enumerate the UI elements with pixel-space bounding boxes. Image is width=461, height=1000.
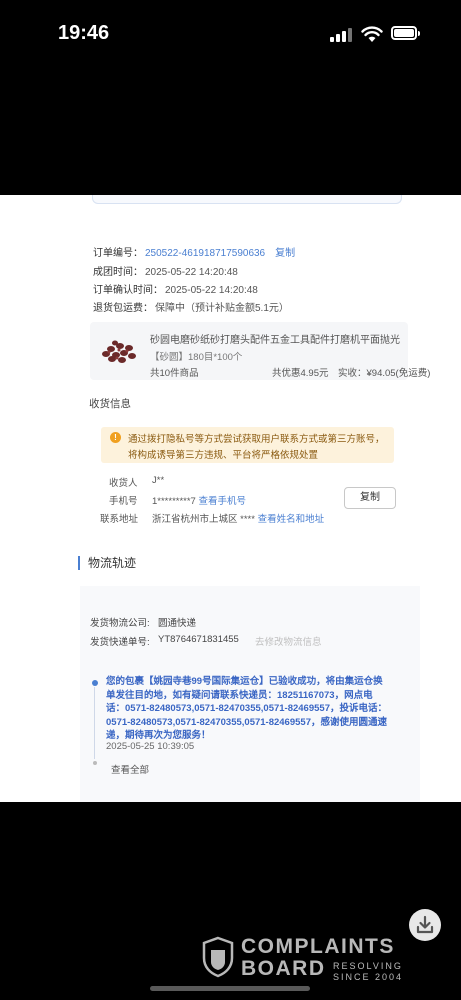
order-detail-page: 订单编号： 250522-461918717590636 复制 成团时间： 2025-…	[0, 195, 461, 802]
return-shipping-row: 退货包运费： 保障中（预计补贴金额5.1元）	[93, 299, 289, 314]
view-name-address-link[interactable]: 查看姓名和地址	[258, 514, 325, 525]
receiver-section-title: 收货信息	[89, 398, 131, 410]
watermark-tagline-1: RESOLVING	[333, 961, 403, 971]
receiver-phone-row: 1*********7 查看手机号	[152, 493, 246, 507]
battery-icon	[391, 26, 420, 40]
cellular-signal-icon	[330, 28, 352, 42]
confirm-time-row: 订单确认时间： 2025-05-22 14:20:48	[93, 281, 258, 296]
tracking-timeline-line	[94, 687, 95, 759]
copy-order-number-link[interactable]: 复制	[275, 248, 295, 259]
notice-line-2: 将构成诱导第三方违规、平台将严格依规处置	[128, 450, 319, 461]
copy-receiver-button[interactable]: 复制	[344, 487, 396, 509]
created-time-label: 成团时间：	[93, 267, 143, 278]
product-discount: 共优惠4.95元	[272, 368, 329, 379]
product-spec: 【砂圆】180目*100个	[150, 352, 243, 363]
change-logistics-link[interactable]: 去修改物流信息	[255, 634, 322, 648]
order-number-value: 250522-461918717590636	[145, 248, 266, 259]
tracking-event-text: 您的包裹【姚园寺巷99号国际集运仓】已验收成功，将由集运仓换单发往目的地，如有疑…	[106, 676, 387, 741]
status-time: 19:46	[58, 22, 110, 44]
watermark-word-board: BOARD	[241, 957, 326, 980]
download-button[interactable]	[409, 909, 441, 941]
wifi-icon	[361, 26, 383, 42]
top-card-edge	[92, 195, 402, 204]
logistics-section-title: 物流轨迹	[78, 556, 136, 570]
order-number-row: 订单编号： 250522-461918717590636 复制	[93, 244, 295, 259]
tracking-number-value: YT8764671831455	[158, 634, 239, 645]
confirm-time-label: 订单确认时间：	[93, 285, 163, 296]
tracking-number-label: 发货快递单号:	[90, 637, 150, 648]
logistics-company-value: 圆通快递	[158, 618, 197, 629]
confirm-time-value: 2025-05-22 14:20:48	[165, 285, 258, 296]
view-phone-link[interactable]: 查看手机号	[198, 496, 246, 507]
home-indicator[interactable]	[150, 986, 310, 991]
product-actual-price: 实收：¥94.05(免运费)	[338, 368, 431, 379]
privacy-notice: ! 通过拨打隐私号等方式尝试获取用户联系方式或第三方账号， 将构成诱导第三方违规…	[101, 427, 394, 463]
product-title: 砂圆电磨砂纸砂打磨头配件五金工具配件打磨机平面抛光打	[150, 335, 400, 346]
product-count: 共10件商品	[150, 368, 199, 379]
notice-line-1: 通过拨打隐私号等方式尝试获取用户联系方式或第三方账号，	[128, 434, 385, 445]
receiver-phone-label: 手机号	[109, 496, 138, 507]
product-thumbnail	[102, 340, 136, 363]
order-number-label: 订单编号：	[93, 248, 143, 259]
view-all-tracking-link[interactable]: 查看全部	[111, 762, 149, 776]
return-shipping-label: 退货包运费：	[93, 303, 153, 314]
created-time-row: 成团时间： 2025-05-22 14:20:48	[93, 263, 238, 278]
receiver-address-row: 浙江省杭州市上城区 **** 查看姓名和地址	[152, 511, 324, 525]
product-card[interactable]: 砂圆电磨砂纸砂打磨头配件五金工具配件打磨机平面抛光打 【砂圆】180目*100个…	[90, 322, 430, 380]
created-time-value: 2025-05-22 14:20:48	[145, 267, 238, 278]
watermark-tagline-2: SINCE 2004	[333, 972, 404, 982]
complaintsboard-shield-logo	[202, 936, 234, 978]
download-icon	[416, 915, 434, 934]
warning-icon: !	[110, 432, 121, 443]
receiver-name-label: 收货人	[109, 478, 138, 489]
watermark-word-complaints: COMPLAINTS	[241, 935, 395, 958]
tracking-event-time: 2025-05-25 10:39:05	[106, 741, 195, 752]
return-shipping-value: 保障中（预计补贴金额5.1元）	[155, 303, 289, 314]
tracking-current-dot	[92, 680, 98, 686]
receiver-address-label: 联系地址	[100, 514, 139, 525]
status-bar: 19:46	[0, 0, 461, 70]
logistics-company-label: 发货物流公司:	[90, 618, 150, 629]
receiver-address-value: 浙江省杭州市上城区 ****	[152, 514, 255, 525]
receiver-phone-value: 1*********7	[152, 496, 196, 507]
receiver-name-value: J**	[152, 475, 165, 486]
tracking-more-dot	[93, 761, 97, 765]
